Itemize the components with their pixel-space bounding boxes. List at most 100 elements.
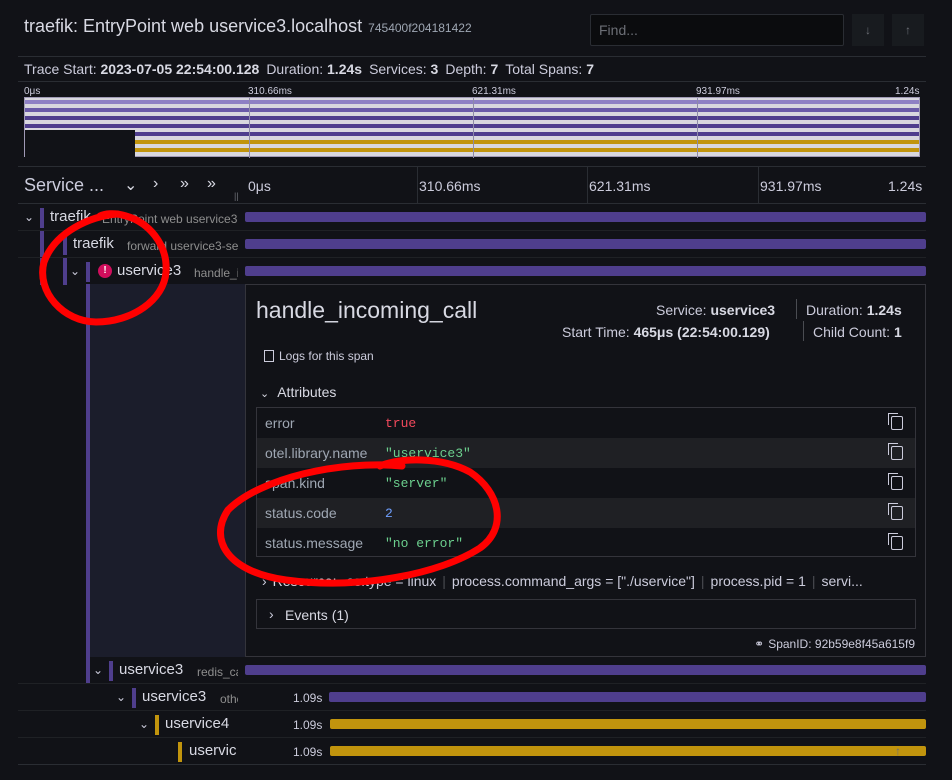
chevron-down-icon[interactable]: ⌄	[24, 210, 34, 224]
service-color-marker	[40, 208, 44, 228]
span-name-cell[interactable]: ⌄ uservice3 other	[18, 684, 238, 711]
span-name-cell[interactable]: ⌄ ! uservice3 handle_incoming_call	[18, 258, 238, 285]
attribute-value: 2	[385, 505, 393, 521]
chevron-down-icon[interactable]: ⌄	[124, 175, 137, 195]
span-name-cell[interactable]: uservic	[18, 738, 238, 765]
copy-icon[interactable]	[888, 533, 903, 550]
attributes-table: error true otel.library.name "uservice3"…	[256, 407, 916, 557]
attribute-key: status.code	[265, 505, 337, 521]
service-color-marker	[40, 258, 44, 285]
span-name-cell[interactable]: ⌄ uservice4	[18, 711, 238, 738]
logs-for-span-link[interactable]: Logs for this span	[264, 349, 374, 363]
attribute-row: status.message "no error"	[257, 528, 915, 558]
attribute-value: "uservice3"	[385, 445, 471, 461]
trace-view: traefik: EntryPoint web uservice3.localh…	[0, 0, 952, 780]
scroll-to-top-icon[interactable]: ↑	[895, 744, 901, 758]
span-bar[interactable]	[245, 665, 926, 675]
span-row[interactable]: ⌄ traefik EntryPoint web uservice3.local…	[18, 204, 926, 231]
service-color-marker	[109, 661, 113, 681]
meta-divider	[803, 321, 804, 341]
span-name-cell[interactable]: ⌄ traefik EntryPoint web uservice3.local…	[18, 204, 238, 231]
span-bar[interactable]	[330, 746, 926, 756]
chevron-down-icon: ⌄	[260, 388, 270, 400]
detail-child-count: Child Count: 1	[813, 324, 902, 340]
events-toggle[interactable]: › Events (1)	[256, 599, 916, 629]
minimap-tick: 0μs	[24, 86, 41, 97]
minimap-span	[25, 100, 919, 104]
timeline-tick: 931.97ms	[760, 178, 822, 194]
collapse-all-icon[interactable]: »	[207, 175, 216, 193]
expand-all-icon[interactable]: »	[180, 175, 189, 193]
minimap-span	[25, 124, 919, 128]
meta-divider	[796, 299, 797, 319]
service-color-marker	[178, 742, 182, 762]
detail-start-value: 465μs (22:54:00.129)	[633, 324, 770, 340]
span-id[interactable]: ⚭ SpanID: 92b59e8f45a615f9	[754, 637, 915, 651]
span-name-cell[interactable]: ⌄ uservice3 redis_call	[18, 657, 238, 684]
span-service-name: uservice3	[119, 661, 184, 678]
events-label: Events (1)	[285, 607, 349, 623]
service-color-marker	[155, 715, 159, 735]
minimap-gap	[25, 130, 135, 157]
span-operation-name: forward uservice3-service	[127, 239, 238, 253]
detail-service-value: uservice3	[710, 302, 776, 318]
minimap-span	[25, 108, 919, 112]
attribute-row: span.kind "server"	[257, 468, 915, 498]
span-detail-panel: handle_incoming_call Service: uservice3 …	[245, 284, 926, 657]
span-operation-name: other	[220, 692, 238, 706]
copy-icon[interactable]	[888, 473, 903, 490]
span-row[interactable]: ⌄ uservice3 redis_call	[18, 657, 926, 684]
minimap-tick: 1.24s	[895, 86, 920, 97]
depth-label: Depth:	[445, 61, 487, 77]
detail-start-label: Start Time:	[562, 324, 630, 340]
span-row[interactable]: ⌄ uservice3 other 1.09s	[18, 684, 926, 711]
span-bar[interactable]	[330, 719, 926, 729]
resource-summary[interactable]: › Resource: os.type = linux | process.comma…	[262, 573, 912, 589]
find-input[interactable]	[590, 14, 844, 46]
error-icon: !	[98, 264, 112, 278]
resource-item: servi...	[821, 573, 863, 589]
copy-icon[interactable]	[888, 443, 903, 460]
timeline-tick: 0μs	[248, 178, 271, 194]
attribute-value: "server"	[385, 475, 448, 491]
span-bar[interactable]	[245, 212, 926, 222]
trace-start-label: Trace Start:	[24, 61, 97, 77]
attributes-toggle[interactable]: ⌄ Attributes	[260, 384, 336, 400]
chevron-down-icon[interactable]: ⌄	[116, 690, 126, 704]
attributes-label: Attributes	[277, 384, 337, 400]
span-id-label: SpanID:	[768, 637, 812, 651]
trace-stats: Trace Start: 2023-07-05 22:54:00.128 Dur…	[18, 56, 926, 82]
arrow-down-icon[interactable]: ↓	[852, 14, 884, 46]
arrow-up-icon[interactable]: ↑	[892, 14, 924, 46]
minimap-canvas[interactable]	[24, 97, 920, 158]
copy-icon[interactable]	[888, 503, 903, 520]
span-bar[interactable]	[245, 266, 926, 276]
copy-icon[interactable]	[888, 413, 903, 430]
total-spans-value: 7	[586, 61, 595, 77]
chevron-down-icon[interactable]: ⌄	[47, 237, 57, 251]
span-bar[interactable]	[329, 692, 926, 702]
service-color-marker	[86, 284, 90, 657]
chevron-right-icon[interactable]: ›	[153, 175, 158, 193]
detail-duration: Duration: 1.24s	[806, 302, 902, 318]
column-resize-handle[interactable]: ||	[234, 191, 239, 201]
document-icon	[264, 350, 274, 362]
span-bar[interactable]	[245, 239, 926, 249]
chevron-down-icon[interactable]: ⌄	[139, 717, 149, 731]
chevron-down-icon[interactable]: ⌄	[70, 264, 80, 278]
chevron-right-icon: ›	[269, 606, 274, 622]
header-gridline	[758, 166, 759, 204]
span-name-cell[interactable]: ⌄ traefik forward uservice3-service	[18, 231, 238, 258]
attribute-key: otel.library.name	[265, 445, 368, 461]
timeline-header: Service ... ⌄ › » » || 0μs 310.66ms 621.…	[18, 166, 926, 204]
minimap-span	[135, 140, 919, 144]
span-service-name: traefik	[50, 208, 91, 225]
span-row[interactable]: ⌄ traefik forward uservice3-service	[18, 231, 926, 258]
service-column-header: Service ...	[24, 175, 105, 195]
span-row-selected[interactable]: ⌄ ! uservice3 handle_incoming_call	[18, 258, 926, 285]
span-row[interactable]: ⌄ uservice4 1.09s	[18, 711, 926, 738]
detail-child-label: Child Count:	[813, 324, 891, 340]
trace-minimap[interactable]: 0μs 310.66ms 621.31ms 931.97ms 1.24s	[18, 82, 926, 160]
chevron-down-icon[interactable]: ⌄	[93, 663, 103, 677]
span-row[interactable]: uservic 1.09s ↑	[18, 738, 926, 765]
